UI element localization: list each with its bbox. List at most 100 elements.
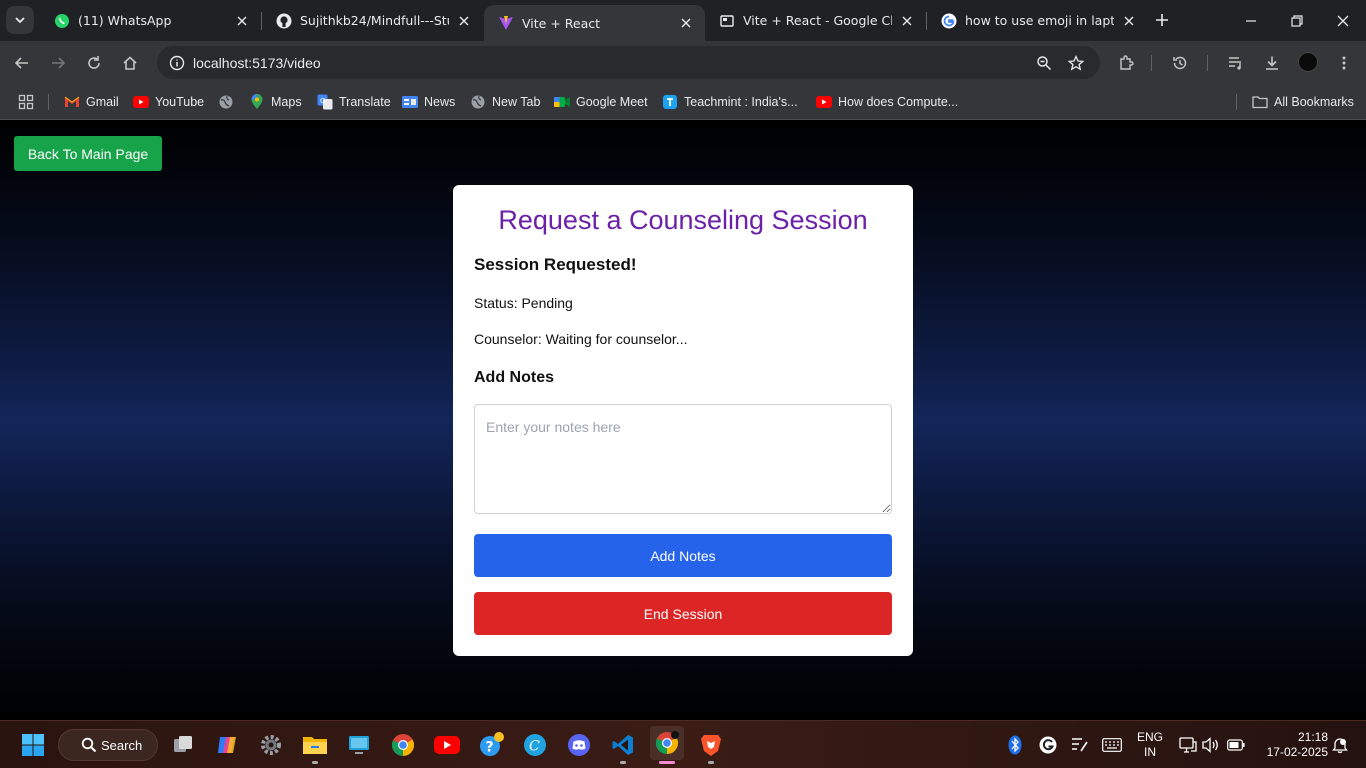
language-code: ENG (1136, 730, 1163, 744)
whatsapp-icon (54, 13, 70, 29)
remote-desktop-icon[interactable] (344, 730, 374, 760)
media-controls-button[interactable] (1221, 48, 1251, 78)
bookmark-globe[interactable] (218, 91, 240, 113)
svg-text:?: ? (486, 740, 494, 756)
youtube-icon[interactable] (432, 730, 462, 760)
grammarly-icon[interactable] (1038, 735, 1058, 755)
tab-title: (11) WhatsApp (78, 13, 172, 28)
tab-github[interactable]: Sujithkb24/Mindfull---Studen (262, 0, 483, 41)
tab-google-search[interactable]: how to use emoji in laptop - (927, 0, 1148, 41)
download-icon (1266, 56, 1278, 70)
session-heading: Session Requested! (474, 255, 637, 274)
minimize-icon (1246, 19, 1256, 22)
bookmark-gmail[interactable]: Gmail (64, 91, 119, 113)
help-icon[interactable]: ? (476, 730, 506, 760)
back-to-main-button[interactable]: Back To Main Page (14, 136, 162, 171)
tab-title: Vite + React (522, 15, 601, 31)
canva-icon[interactable]: C (520, 730, 550, 760)
tab-whatsapp[interactable]: (11) WhatsApp (40, 0, 261, 41)
youtube-icon (816, 94, 832, 110)
close-icon[interactable] (898, 12, 916, 30)
bookmark-google-meet[interactable]: Google Meet (554, 91, 648, 113)
keyboard-icon[interactable] (1101, 735, 1123, 755)
windows-taskbar: Search ? C ENG IN 21:18 17-02-2025 (0, 720, 1366, 768)
language-indicator[interactable]: ENG IN (1134, 730, 1166, 760)
bookmark-divider (48, 94, 49, 110)
clock[interactable]: 21:18 17-02-2025 (1256, 730, 1328, 760)
tab-search-button[interactable] (6, 6, 34, 34)
close-icon[interactable] (233, 12, 251, 30)
site-info-icon[interactable] (161, 46, 193, 79)
globe-icon (218, 94, 234, 110)
back-nav-button[interactable] (7, 48, 37, 78)
bookmark-how-does-compute[interactable]: How does Compute... (816, 91, 958, 113)
translate-icon: G (317, 94, 333, 110)
toolbar-divider (1151, 55, 1152, 71)
extensions-button[interactable] (1111, 48, 1141, 78)
profile-avatar[interactable] (1298, 52, 1318, 72)
tab-strip: (11) WhatsApp Sujithkb24/Mindfull---Stud… (0, 0, 1366, 41)
end-session-button[interactable]: End Session (474, 592, 892, 635)
battery-icon[interactable] (1226, 735, 1246, 755)
home-button[interactable] (115, 48, 145, 78)
vscode-icon[interactable] (608, 730, 638, 760)
apps-button[interactable] (18, 91, 40, 113)
close-icon[interactable] (455, 12, 473, 30)
bookmark-youtube[interactable]: YouTube (133, 91, 204, 113)
bookmark-teachmint[interactable]: Teachmint : India's... (662, 91, 798, 113)
history-button[interactable] (1165, 48, 1195, 78)
zoom-icon[interactable] (1031, 50, 1057, 76)
active-indicator (659, 761, 675, 764)
settings-gear-icon[interactable] (256, 730, 286, 760)
chevron-down-icon (15, 17, 25, 24)
pen-menu-icon[interactable] (1070, 735, 1090, 755)
brave-icon[interactable] (696, 730, 726, 760)
windows-start-icon[interactable] (18, 730, 48, 760)
close-window-button[interactable] (1320, 0, 1366, 41)
add-notes-button[interactable]: Add Notes (474, 534, 892, 577)
tab-title: how to use emoji in laptop - (965, 13, 1114, 28)
counselor-status: Counselor: Waiting for counselor... (474, 331, 688, 347)
restore-icon (1291, 14, 1303, 27)
discord-icon[interactable] (564, 730, 594, 760)
all-bookmarks-button[interactable]: All Bookmarks (1252, 91, 1354, 113)
downloads-button[interactable] (1257, 48, 1287, 78)
restore-button[interactable] (1274, 0, 1320, 41)
chrome-active-icon[interactable] (650, 726, 684, 760)
minimize-button[interactable] (1228, 0, 1274, 41)
chrome-icon[interactable] (388, 730, 418, 760)
youtube-icon (133, 94, 149, 110)
close-icon (1337, 15, 1349, 26)
notes-textarea[interactable] (474, 404, 892, 514)
bookmark-maps[interactable]: Maps (249, 91, 302, 113)
browser-menu-button[interactable] (1329, 48, 1359, 78)
svg-text:G: G (320, 97, 325, 105)
url-text[interactable]: localhost:5173/video (193, 55, 321, 71)
tab-vite-react[interactable]: Vite + React (484, 5, 705, 41)
star-icon[interactable] (1063, 50, 1089, 76)
bookmark-translate[interactable]: G Translate (317, 91, 391, 113)
plus-icon (1156, 14, 1168, 26)
tab-vite-chrome[interactable]: Vite + React - Google Chrom (705, 0, 926, 41)
bluetooth-icon[interactable] (1008, 735, 1022, 755)
volume-icon[interactable] (1201, 735, 1221, 755)
taskbar-search[interactable]: Search (58, 729, 158, 761)
address-bar[interactable]: localhost:5173/video (157, 46, 1100, 79)
close-icon[interactable] (1120, 12, 1138, 30)
display-icon[interactable] (1178, 735, 1198, 755)
chrome-extension-icon (719, 13, 735, 29)
bookmark-label: YouTube (155, 95, 205, 109)
kebab-menu-icon (1342, 56, 1346, 70)
reload-button[interactable] (79, 48, 109, 78)
copilot-icon[interactable] (212, 730, 242, 760)
bookmark-news[interactable]: News (402, 91, 455, 113)
forward-nav-button[interactable] (43, 48, 73, 78)
task-view-icon[interactable] (168, 730, 198, 760)
file-explorer-icon[interactable] (300, 730, 330, 760)
bookmark-new-tab[interactable]: New Tab (470, 91, 540, 113)
notification-bell-icon[interactable] (1331, 735, 1349, 755)
session-card: Request a Counseling Session Session Req… (453, 185, 913, 656)
playlist-icon (1229, 57, 1241, 70)
close-icon[interactable] (677, 14, 695, 32)
new-tab-button[interactable] (1150, 8, 1174, 32)
